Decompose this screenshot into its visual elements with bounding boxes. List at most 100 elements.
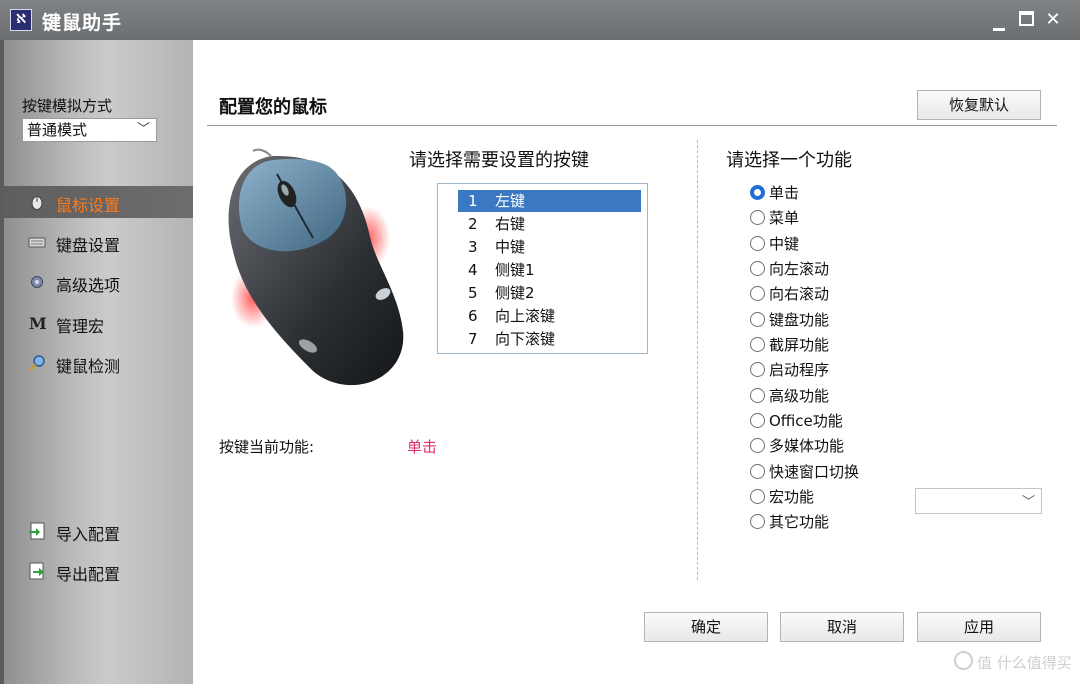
key-list-item[interactable]: 1 左键 [458, 190, 641, 212]
function-label: Office功能 [769, 412, 843, 430]
radio-icon[interactable] [750, 362, 765, 377]
minimize-button[interactable] [986, 6, 1012, 34]
radio-icon[interactable] [750, 312, 765, 327]
radio-icon[interactable] [750, 438, 765, 453]
ok-button[interactable]: 确定 [644, 612, 768, 642]
sidebar-item-manage-macros[interactable]: M 管理宏 [4, 307, 193, 339]
radio-icon[interactable] [750, 388, 765, 403]
function-label: 单击 [769, 184, 800, 202]
key-number: 7 [468, 330, 478, 348]
sidebar: 按键模拟方式 普通模式 ﹀ 鼠标设置 键盘设置 高级选项 M 管理宏 键鼠检测 … [0, 40, 193, 684]
import-icon [29, 522, 45, 540]
close-icon: ✕ [1045, 9, 1061, 30]
current-function-value: 单击 [407, 438, 438, 456]
mouse-icon [31, 196, 43, 210]
function-label: 高级功能 [769, 387, 830, 405]
key-list-item[interactable]: 5 侧键2 [458, 282, 641, 304]
key-list-item[interactable]: 2 右键 [458, 213, 641, 235]
function-label: 宏功能 [769, 488, 815, 506]
sidebar-item-export-config[interactable]: 导出配置 [4, 555, 193, 587]
radio-icon[interactable] [750, 286, 765, 301]
radio-icon[interactable] [750, 413, 765, 428]
key-name: 向上滚键 [495, 307, 556, 325]
gear-icon [31, 276, 43, 288]
key-name: 左键 [495, 192, 526, 210]
sidebar-item-device-test[interactable]: 键鼠检测 [4, 347, 193, 379]
sim-mode-label: 按键模拟方式 [22, 97, 113, 115]
app-window: ℵ 键鼠助手 ✕ 按键模拟方式 普通模式 ﹀ 鼠标设置 键盘设置 高级选项 M … [0, 0, 1080, 684]
function-label: 向右滚动 [769, 285, 830, 303]
key-list-item[interactable]: 6 向上滚键 [458, 305, 641, 327]
function-label: 快速窗口切换 [769, 463, 860, 481]
sidebar-item-label: 键盘设置 [56, 236, 121, 255]
svg-text:M: M [29, 314, 46, 332]
key-name: 右键 [495, 215, 526, 233]
select-function-title: 请选择一个功能 [726, 150, 852, 171]
function-label: 菜单 [769, 209, 800, 227]
header-divider [207, 125, 1057, 126]
app-logo-icon: ℵ [10, 9, 32, 31]
page-title: 配置您的鼠标 [219, 97, 327, 118]
key-name: 侧键1 [495, 261, 535, 279]
keyboard-icon [28, 237, 46, 248]
mouse-illustration [228, 148, 404, 386]
sidebar-item-advanced-options[interactable]: 高级选项 [4, 266, 193, 298]
key-list-item[interactable]: 3 中键 [458, 236, 641, 258]
chevron-down-icon: ﹀ [136, 122, 150, 137]
key-number: 2 [468, 215, 478, 233]
function-label: 向左滚动 [769, 260, 830, 278]
sidebar-item-label: 管理宏 [56, 317, 105, 336]
key-list-item[interactable]: 7 向下滚键 [458, 328, 641, 350]
macro-select[interactable]: ﹀ [915, 488, 1042, 514]
radio-icon[interactable] [750, 210, 765, 225]
key-name: 向下滚键 [495, 330, 556, 348]
function-label: 其它功能 [769, 513, 830, 531]
window-title: 键鼠助手 [42, 12, 123, 34]
sidebar-item-label: 导出配置 [56, 565, 121, 584]
key-name: 侧键2 [495, 284, 535, 302]
radio-icon[interactable] [750, 337, 765, 352]
apply-button[interactable]: 应用 [917, 612, 1041, 642]
watermark: 值 什么值得买 [954, 651, 1072, 673]
sidebar-item-label: 鼠标设置 [56, 196, 121, 215]
chevron-down-icon: ﹀ [1021, 495, 1035, 510]
function-label: 启动程序 [769, 361, 830, 379]
minimize-icon [993, 28, 1005, 31]
sidebar-item-keyboard-settings[interactable]: 键盘设置 [4, 226, 193, 258]
macro-m-icon: M [29, 314, 46, 332]
restore-defaults-button[interactable]: 恢复默认 [917, 90, 1041, 120]
title-bar[interactable]: ℵ 键鼠助手 ✕ [0, 0, 1080, 40]
radio-icon[interactable] [750, 464, 765, 479]
radio-checked-icon[interactable] [750, 185, 765, 200]
function-label: 多媒体功能 [769, 437, 845, 455]
key-number: 6 [468, 307, 478, 325]
sidebar-item-import-config[interactable]: 导入配置 [4, 515, 193, 547]
key-number: 4 [468, 261, 478, 279]
radio-icon[interactable] [750, 236, 765, 251]
current-function-label: 按键当前功能: [219, 438, 315, 456]
sidebar-item-mouse-settings[interactable]: 鼠标设置 [4, 186, 193, 218]
close-button[interactable]: ✕ [1040, 6, 1066, 34]
sim-mode-select[interactable]: 普通模式 ﹀ [22, 118, 157, 142]
key-number: 1 [468, 192, 478, 210]
sidebar-item-label: 高级选项 [56, 276, 121, 295]
sidebar-item-label: 导入配置 [56, 525, 121, 544]
sidebar-item-label: 键鼠检测 [56, 357, 121, 376]
radio-icon[interactable] [750, 261, 765, 276]
function-label: 键盘功能 [769, 311, 830, 329]
watermark-text: 值 什么值得买 [977, 654, 1072, 672]
cancel-button[interactable]: 取消 [780, 612, 904, 642]
export-icon [29, 562, 44, 580]
key-list-item[interactable]: 4 侧键1 [458, 259, 641, 281]
maximize-icon [1018, 11, 1034, 26]
radio-icon[interactable] [750, 489, 765, 504]
maximize-button[interactable] [1013, 6, 1039, 34]
key-listbox[interactable]: 1 左键 2 右键 3 中键 4 侧键1 5 侧键2 6 向上滚键 7 向下滚键 [437, 183, 648, 354]
watermark-logo-icon [954, 651, 973, 670]
key-number: 5 [468, 284, 478, 302]
function-label: 中键 [769, 235, 800, 253]
vertical-divider [697, 140, 698, 580]
radio-icon[interactable] [750, 514, 765, 529]
key-number: 3 [468, 238, 478, 256]
function-label: 截屏功能 [769, 336, 830, 354]
